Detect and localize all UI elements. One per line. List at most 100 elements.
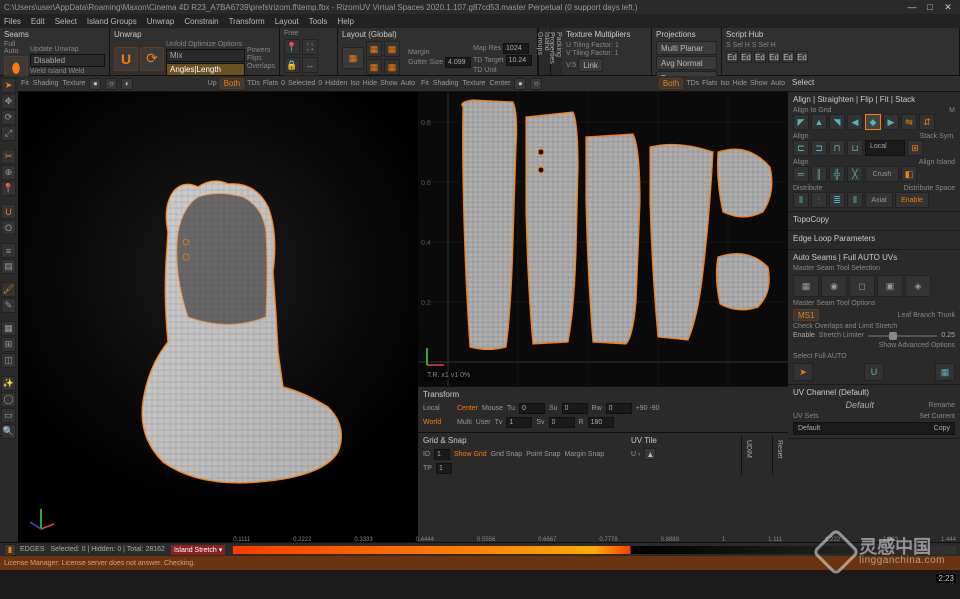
str-d-icon[interactable]: ╬ <box>829 166 845 182</box>
optimize-label[interactable]: Optimize <box>188 41 216 48</box>
auto-cursor-icon[interactable]: ➤ <box>793 363 813 381</box>
enable2-label[interactable]: Enable <box>793 332 815 339</box>
both-button[interactable]: Both <box>220 78 244 89</box>
update-unwrap-dropdown[interactable]: Disabled <box>30 54 105 67</box>
flats-label[interactable]: Flats <box>263 80 278 87</box>
gridsnap-button[interactable]: Grid Snap <box>491 451 523 458</box>
island-weld-label[interactable]: Island Weld <box>48 68 84 75</box>
minimize-button[interactable]: — <box>904 2 920 12</box>
vp2d-scene[interactable]: 0.8 0.6 0.4 0.2 <box>418 92 788 386</box>
ed2[interactable]: Ed <box>740 51 752 63</box>
cut-tool-icon[interactable]: ✂ <box>1 149 16 164</box>
brush-tool-icon[interactable]: 🖌 <box>1 282 16 297</box>
edgeloop-section[interactable]: Edge Loop Parameters <box>788 231 960 250</box>
topo-section[interactable]: TopoCopy <box>788 212 960 231</box>
auto-pack-icon[interactable]: ▦ <box>935 363 955 381</box>
ed6[interactable]: Ed <box>796 51 808 63</box>
ed3[interactable]: Ed <box>754 51 766 63</box>
fit-label[interactable]: Fit <box>21 80 29 87</box>
angles-length-button[interactable]: Angles|Length <box>166 63 245 76</box>
showgrid-button[interactable]: Show Grid <box>454 451 487 458</box>
layout-ic4[interactable]: ▦ <box>384 59 400 75</box>
align-tool-icon[interactable]: ≡ <box>1 243 16 258</box>
unwrap-reset-button[interactable]: ⟳ <box>140 47 164 71</box>
local-label[interactable]: Local <box>423 405 453 412</box>
menu-island-groups[interactable]: Island Groups <box>87 17 137 26</box>
udim-tab[interactable]: UDIM <box>741 436 752 475</box>
h-icon[interactable]: ↔ <box>302 57 318 73</box>
auto-u-icon[interactable]: U <box>864 363 884 381</box>
v-tiling[interactable]: V Tiling Factor: 1 <box>566 50 647 57</box>
align-tr-icon[interactable]: ◥ <box>829 114 845 130</box>
reset-tab[interactable]: Reset <box>772 436 783 475</box>
zoom-tool-icon[interactable]: 🔍 <box>1 424 16 439</box>
packing-tab[interactable]: Packing Properties <box>550 28 562 75</box>
both2-button[interactable]: Both <box>659 78 683 89</box>
stack-tool-icon[interactable]: ▤ <box>1 259 16 274</box>
enable-button[interactable]: Enable <box>895 192 929 208</box>
avgnormal-button[interactable]: Avg Normal <box>656 56 717 70</box>
ed5[interactable]: Ed <box>782 51 794 63</box>
center2-label[interactable]: Center <box>489 80 510 87</box>
user-label[interactable]: User <box>476 419 491 426</box>
options-label[interactable]: Options <box>218 41 242 48</box>
uvtile-u[interactable]: U ‹ <box>631 451 640 458</box>
uvtile-up-icon[interactable]: ▲ <box>644 448 656 460</box>
sharp-icon[interactable]: ▣ <box>877 275 903 297</box>
menu-help[interactable]: Help <box>337 17 353 26</box>
dist-h-icon[interactable]: ⫴ <box>793 192 809 208</box>
unpin-icon[interactable]: ⛶ <box>302 39 318 55</box>
ed1[interactable]: Ed <box>726 51 738 63</box>
auto2-label[interactable]: Auto <box>771 80 785 87</box>
up-label[interactable]: Up <box>208 80 217 87</box>
center-label[interactable]: Center <box>457 405 478 412</box>
layout-ic1[interactable]: ▦ <box>366 41 382 57</box>
weld-tool-icon[interactable]: ⊕ <box>1 165 16 180</box>
crush-button[interactable]: Crush <box>865 166 899 182</box>
fit-ic[interactable]: ⊞ <box>907 140 923 156</box>
multiplanar-button[interactable]: Multi Planar <box>656 41 717 55</box>
menu-edit[interactable]: Edit <box>31 17 45 26</box>
vp3d-ic1[interactable]: ● <box>89 78 101 90</box>
show2-label[interactable]: Show <box>750 80 768 87</box>
mix-dropdown[interactable]: Mix <box>166 49 245 62</box>
str-h-icon[interactable]: ═ <box>793 166 809 182</box>
array-tool-icon[interactable]: ▦ <box>1 321 16 336</box>
mouse-label[interactable]: Mouse <box>482 405 503 412</box>
texture2-label[interactable]: Texture <box>462 80 485 87</box>
rect-tool-icon[interactable]: ▭ <box>1 408 16 423</box>
magic-tool-icon[interactable]: ✨ <box>1 376 16 391</box>
r-input[interactable] <box>588 417 614 428</box>
branch-label[interactable]: Branch <box>913 312 935 319</box>
link-button[interactable]: Link <box>578 58 603 72</box>
leaf-label[interactable]: Leaf <box>898 312 912 319</box>
copy-button[interactable]: Copy <box>934 425 950 432</box>
stretch-slider[interactable] <box>868 335 937 337</box>
tile-tool-icon[interactable]: ◫ <box>1 353 16 368</box>
id-input[interactable] <box>434 449 450 460</box>
iso-label[interactable]: Iso <box>350 80 359 87</box>
default-label[interactable]: Default <box>793 400 927 410</box>
close-button[interactable]: ✕ <box>940 2 956 12</box>
optimize-tool-icon[interactable]: O <box>1 220 16 235</box>
grid-tool-icon[interactable]: ⊞ <box>1 337 16 352</box>
tdtarget-input[interactable] <box>506 55 532 66</box>
mode-icon[interactable]: ▮ <box>4 544 16 556</box>
align-e2[interactable]: ⊐ <box>811 140 827 156</box>
maximize-button[interactable]: □ <box>922 2 938 12</box>
sv-input[interactable] <box>549 417 575 428</box>
trunk-label[interactable]: Trunk <box>937 312 955 319</box>
stretch-gradient[interactable]: 0.1111 0.2222 0.3333 0.4444 0.5556 0.666… <box>233 546 956 554</box>
weld-label[interactable]: Weld <box>30 68 46 75</box>
lock-icon[interactable]: 🔒 <box>284 57 300 73</box>
align-r-icon[interactable]: ▶ <box>883 114 899 130</box>
menu-files[interactable]: Files <box>4 17 21 26</box>
str-v-icon[interactable]: ║ <box>811 166 827 182</box>
ed4[interactable]: Ed <box>768 51 780 63</box>
marginsnap-button[interactable]: Margin Snap <box>564 451 604 458</box>
lasso-tool-icon[interactable]: ◯ <box>1 392 16 407</box>
su-input[interactable] <box>562 403 588 414</box>
dist-s1-icon[interactable]: ≣ <box>829 192 845 208</box>
vp2d-ic2[interactable]: ○ <box>530 78 542 90</box>
menu-unwrap[interactable]: Unwrap <box>147 17 175 26</box>
